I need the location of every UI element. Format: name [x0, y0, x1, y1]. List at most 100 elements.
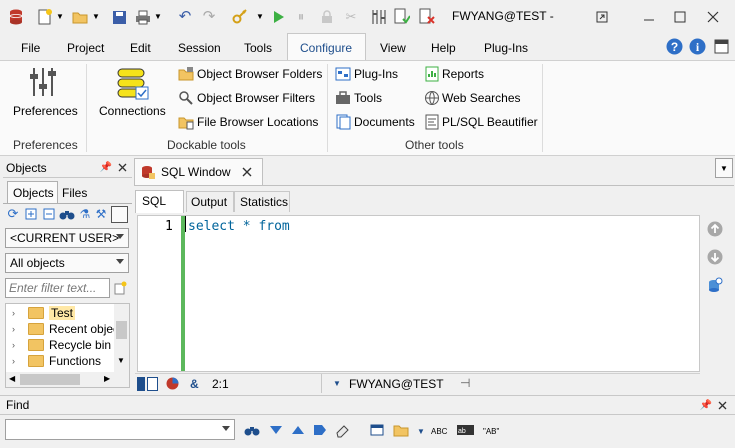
menu-help[interactable]: Help — [431, 41, 456, 55]
rollback-icon[interactable]: ✂ — [344, 9, 358, 25]
undo-icon[interactable]: ↶ — [177, 8, 193, 25]
refresh-icon[interactable]: ⟳ — [6, 206, 20, 221]
chevron-down-icon[interactable]: ▼ — [256, 12, 264, 21]
chevron-left-icon[interactable]: ◀ — [9, 374, 15, 383]
info-icon[interactable]: i — [689, 38, 706, 55]
chevron-down-icon[interactable]: ▼ — [154, 12, 162, 21]
find-input[interactable] — [5, 419, 235, 440]
objects-filter-combo[interactable]: All objects — [5, 253, 129, 273]
tree-item-functions[interactable]: › Functions — [6, 353, 126, 369]
object-browser-filters-button[interactable]: Object Browser Filters — [197, 91, 315, 105]
chevron-right-icon[interactable]: › — [12, 324, 15, 334]
status-connection[interactable]: FWYANG@TEST — [349, 377, 444, 391]
folder-icon[interactable] — [393, 423, 409, 437]
documents-button[interactable]: Documents — [354, 115, 415, 129]
pin-icon[interactable]: ⊣ — [460, 376, 470, 390]
close-icon[interactable] — [241, 166, 253, 178]
redo-icon[interactable]: ↷ — [201, 8, 217, 25]
menu-session[interactable]: Session — [178, 41, 221, 55]
close-icon[interactable] — [704, 8, 722, 26]
sql-code[interactable]: select * from — [188, 219, 290, 234]
find-next-icon[interactable] — [268, 423, 284, 437]
mark-all-icon[interactable] — [312, 423, 328, 437]
chevron-down-icon[interactable]: ▼ — [417, 427, 425, 436]
ribbon-collapse-icon[interactable] — [713, 38, 730, 55]
chevron-right-icon[interactable]: › — [12, 356, 15, 366]
window-list-button[interactable]: ▼ — [715, 158, 733, 178]
open-folder-icon[interactable] — [72, 9, 88, 25]
object-browser-folders-button[interactable]: Object Browser Folders — [197, 67, 322, 81]
connections-icon[interactable] — [116, 67, 150, 101]
menu-project[interactable]: Project — [67, 41, 104, 55]
find-binoculars-icon[interactable] — [244, 423, 260, 437]
tools-icon[interactable]: ⚒ — [94, 207, 108, 221]
preferences-button[interactable]: Preferences — [13, 104, 78, 118]
new-icon[interactable] — [38, 9, 52, 25]
save-icon[interactable] — [111, 9, 127, 25]
print-icon[interactable] — [135, 9, 151, 25]
database-sync-icon[interactable] — [707, 277, 723, 295]
chart-icon[interactable] — [165, 376, 179, 391]
plug-ins-button[interactable]: Plug-Ins — [354, 67, 398, 81]
menu-view[interactable]: View — [380, 41, 406, 55]
new-filter-icon[interactable] — [112, 280, 128, 296]
chevron-down-icon[interactable] — [222, 426, 230, 431]
chevron-right-icon[interactable]: ▶ — [104, 374, 110, 383]
subtab-statistics[interactable]: Statistics — [240, 195, 288, 209]
app-database-icon[interactable] — [8, 8, 24, 26]
close-icon[interactable] — [716, 399, 728, 411]
regex-icon[interactable]: "AB" — [482, 423, 502, 437]
filter-icon[interactable]: ⚗ — [78, 207, 92, 221]
eraser-icon[interactable] — [334, 422, 350, 438]
help-icon[interactable]: ? — [666, 38, 683, 55]
chevron-down-icon[interactable]: ▼ — [117, 356, 125, 365]
reports-button[interactable]: Reports — [442, 67, 484, 81]
cancel-doc-icon[interactable] — [419, 8, 435, 26]
filter-input[interactable]: Enter filter text... — [5, 278, 110, 298]
menu-edit[interactable]: Edit — [130, 41, 151, 55]
file-browser-locations-button[interactable]: File Browser Locations — [197, 115, 318, 129]
compare-icon[interactable] — [394, 8, 410, 26]
menu-tools[interactable]: Tools — [244, 41, 272, 55]
explain-plan-icon[interactable] — [371, 8, 387, 26]
pin-icon[interactable]: 📌 — [100, 161, 112, 173]
maximize-icon[interactable] — [671, 8, 689, 26]
chevron-down-icon[interactable]: ▼ — [92, 12, 100, 21]
lock-icon[interactable] — [320, 9, 334, 25]
menu-file[interactable]: File — [21, 41, 40, 55]
web-searches-button[interactable]: Web Searches — [442, 91, 521, 105]
connections-button[interactable]: Connections — [99, 104, 166, 118]
subtab-output[interactable]: Output — [191, 195, 227, 209]
user-combo[interactable]: <CURRENT USER> — [5, 228, 129, 248]
menu-configure[interactable]: Configure — [300, 41, 352, 55]
chevron-right-icon[interactable]: › — [12, 340, 15, 350]
tab-objects[interactable]: Objects — [13, 186, 54, 200]
arrow-up-circle-icon[interactable] — [707, 221, 723, 237]
tree-item-test[interactable]: › Test — [6, 305, 126, 321]
restore-window-icon[interactable] — [593, 8, 611, 26]
tree-item-recent-objects[interactable]: › Recent objects — [6, 321, 128, 337]
scrollbar-thumb[interactable] — [20, 374, 80, 385]
minimize-icon[interactable] — [640, 8, 658, 26]
match-case-icon[interactable]: ABC — [431, 423, 451, 437]
menu-plug-ins[interactable]: Plug-Ins — [484, 41, 528, 55]
color-box[interactable] — [111, 206, 128, 223]
sql-editor[interactable] — [137, 215, 700, 372]
window-select-icon[interactable] — [369, 423, 385, 437]
subtab-sql[interactable]: SQL — [142, 194, 166, 208]
tab-files[interactable]: Files — [62, 186, 87, 200]
find-previous-icon[interactable] — [290, 423, 306, 437]
chevron-down-icon[interactable]: ▼ — [333, 379, 341, 388]
scrollbar-thumb[interactable] — [116, 321, 127, 339]
tree-vertical-scrollbar[interactable]: ▼ — [114, 304, 129, 372]
preferences-icon[interactable] — [28, 66, 58, 98]
step-icon[interactable]: ⏸ — [294, 9, 308, 25]
plsql-beautifier-button[interactable]: PL/SQL Beautifier — [442, 115, 538, 129]
find-binoculars-icon[interactable] — [59, 207, 75, 221]
chevron-right-icon[interactable]: › — [12, 308, 15, 318]
expand-all-icon[interactable] — [24, 207, 38, 221]
tools-button[interactable]: Tools — [354, 91, 382, 105]
whole-word-icon[interactable]: ab — [456, 423, 476, 437]
pin-icon[interactable]: 📌 — [700, 399, 712, 411]
tree-item-recycle-bin[interactable]: › Recycle bin — [6, 337, 126, 353]
